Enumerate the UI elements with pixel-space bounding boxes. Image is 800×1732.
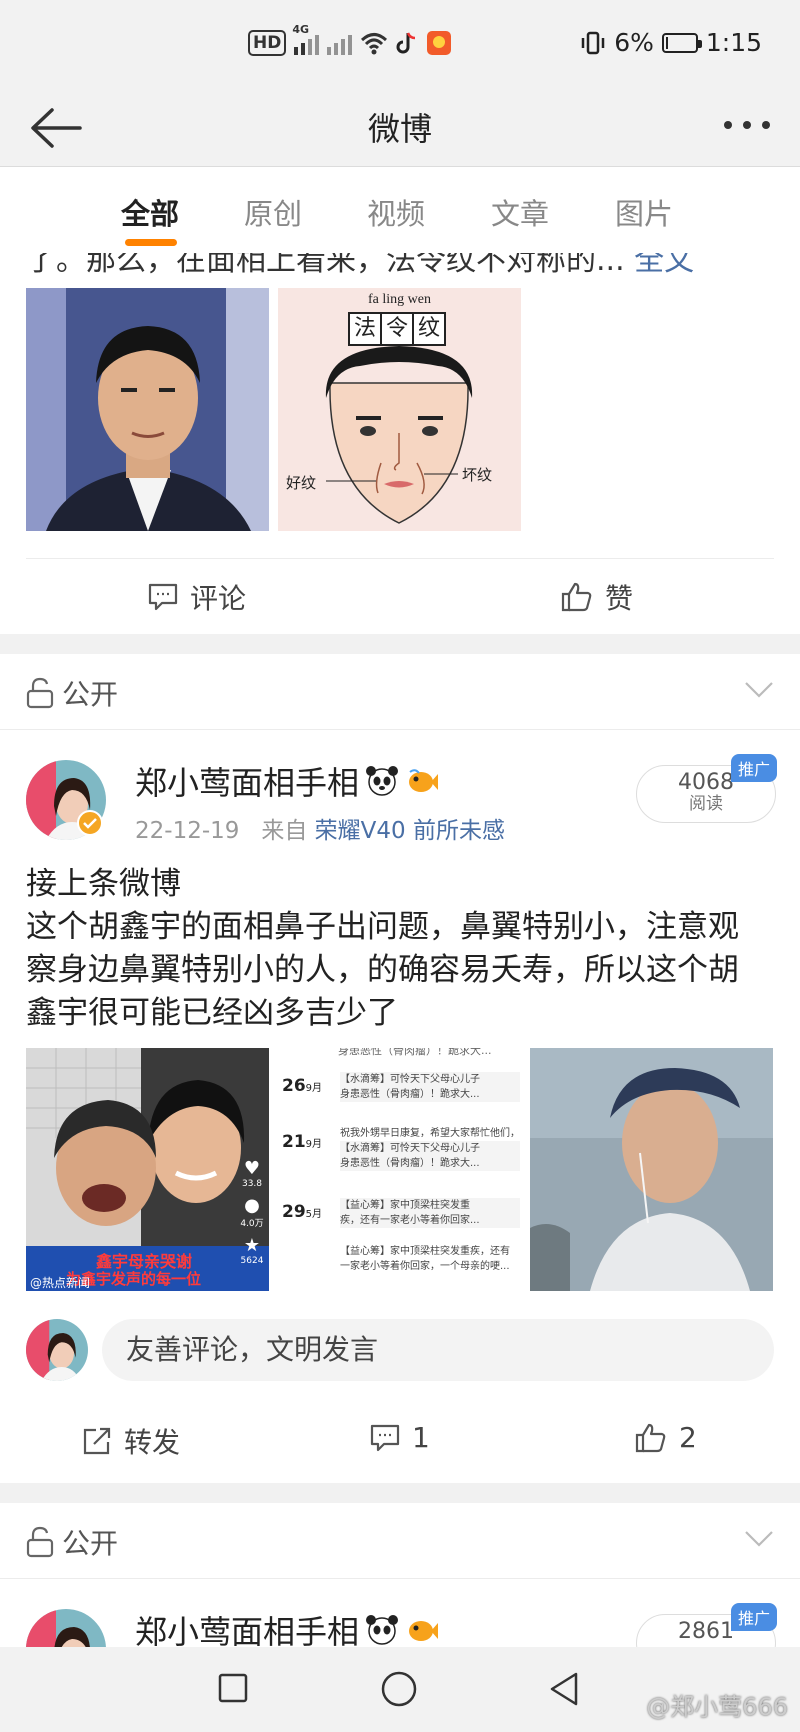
cellular-signal-2-icon <box>327 31 353 55</box>
app-bar: 微博 <box>0 88 800 167</box>
watermark: @郑小莺666 <box>646 1693 788 1721</box>
tab-article[interactable]: 文章 <box>491 191 549 233</box>
wifi-icon <box>361 33 388 55</box>
divider <box>0 1578 800 1579</box>
battery-icon <box>661 32 702 53</box>
post-image-video-screenshot[interactable]: 鑫宇母亲哭谢 为鑫宇发声的每一位 @热点新闻 ♥ 33.8 ● 4.0万 ★ 5624 <box>26 1048 269 1291</box>
comment-icon <box>148 583 178 611</box>
avatar[interactable] <box>26 1609 106 1647</box>
comment-icon <box>370 1424 400 1451</box>
repost-icon <box>83 1427 111 1455</box>
thumbs-up-icon <box>635 1423 666 1452</box>
video-side-counts: ♥ 33.8 ● 4.0万 ★ 5624 <box>240 1158 264 1266</box>
my-avatar[interactable] <box>26 1319 88 1381</box>
comment-input[interactable]: 友善评论，文明发言 <box>102 1319 774 1381</box>
post1-actions: 评论 赞 <box>26 558 774 629</box>
hd-badge: HD <box>248 30 287 56</box>
page-title: 微博 <box>367 110 432 148</box>
post2-actions: 转发 1 2 <box>0 1393 800 1483</box>
like-button[interactable]: 赞 <box>561 577 633 617</box>
promote-badge[interactable]: 推广 <box>730 1603 777 1631</box>
tab-picture[interactable]: 图片 <box>615 191 673 233</box>
app-notification-icon <box>427 31 452 55</box>
clock: 1:15 <box>705 28 762 57</box>
fundraiser-item: 295月 【益心筹】家中顶梁柱突发重 疾，还有一家老小等着你回家... <box>282 1198 520 1228</box>
promote-badge[interactable]: 推广 <box>730 754 777 782</box>
repost-button[interactable]: 转发 <box>82 1421 180 1461</box>
diagram-right-label: 坏纹 <box>462 466 493 484</box>
post-body[interactable]: 接上条微博 这个胡鑫宇的面相鼻子出问题，鼻翼特别小，注意观 察身边鼻翼特别小的人… <box>26 863 778 1035</box>
recents-icon[interactable] <box>218 1673 248 1703</box>
battery-percent: 6% <box>614 28 654 57</box>
full-text-link[interactable]: 全文 <box>634 253 694 278</box>
reads-counter[interactable]: 2861 推广 <box>636 1603 777 1647</box>
face-illustration <box>325 346 473 524</box>
verified-badge-icon <box>77 810 103 836</box>
post-meta: 22-12-19 来自 荣耀V40 前所未感 <box>135 811 505 845</box>
filter-tabs: 全部 原创 视频 文章 图片 <box>0 167 800 253</box>
username[interactable]: 郑小莺面相手相 <box>135 758 439 804</box>
visibility-public: 公开 <box>26 673 118 713</box>
post-image-fundraiser-list[interactable]: 身患恶性（骨肉瘤）！跪求大... 269月 【水滴筹】可怜天下父母心儿子 身患恶性… <box>278 1048 521 1291</box>
fundraiser-item: 219月 祝我外甥早日康复，希望大家帮忙他们， 【水滴筹】可怜天下父母心儿子 身患恶… <box>282 1128 520 1171</box>
fundraiser-item: 269月 【水滴筹】可怜天下父母心儿子 身患恶性（骨肉瘤）！跪求大... <box>282 1072 520 1102</box>
unlock-icon <box>26 677 54 709</box>
post-text-truncated: 了。那么，在面相上看来，法令纹不对称的... 全文 <box>26 253 694 279</box>
thumbs-up-icon <box>561 582 592 612</box>
tab-video[interactable]: 视频 <box>367 191 425 233</box>
back-triangle-icon[interactable] <box>548 1671 580 1707</box>
section-gap <box>0 1483 800 1503</box>
active-tab-indicator <box>125 239 177 246</box>
chevron-down-icon[interactable] <box>744 1530 774 1548</box>
post-image-portrait[interactable] <box>26 288 269 531</box>
like-count-button[interactable]: 2 <box>635 1421 697 1454</box>
tiktok-icon <box>396 32 416 54</box>
more-options-icon[interactable] <box>724 121 770 129</box>
tab-original[interactable]: 原创 <box>244 191 302 233</box>
cellular-signal-icon: 4G <box>292 23 320 55</box>
reads-counter[interactable]: 4068 阅读 推广 <box>636 754 777 823</box>
comment-button[interactable]: 评论 <box>148 577 246 617</box>
feed[interactable]: 了。那么，在面相上看来，法令纹不对称的... 全文 fa ling wen 法 … <box>0 253 800 1647</box>
username[interactable]: 郑小莺面相手相 <box>135 1607 439 1647</box>
unlock-icon <box>26 1526 54 1558</box>
diagram-left-label: 好纹 <box>286 474 317 492</box>
visibility-public: 公开 <box>26 1522 118 1562</box>
post-image-diagram[interactable]: fa ling wen 法 令 纹 好纹 坏纹 <box>278 288 521 531</box>
reads-label: 阅读 <box>689 794 723 814</box>
portrait-photo <box>26 288 269 531</box>
post-date: 22-12-19 <box>135 818 240 844</box>
post-source[interactable]: 荣耀V40 前所未感 <box>315 818 505 844</box>
fish-icon <box>409 769 439 792</box>
home-icon[interactable] <box>381 1671 417 1707</box>
panda-icon <box>366 766 399 796</box>
post-image-boy-photo[interactable] <box>530 1048 773 1291</box>
vibrate-icon <box>581 31 605 54</box>
status-icons: HD 4G <box>248 23 452 60</box>
from-label: 来自 <box>261 818 308 844</box>
status-bar: HD 4G 6% 1:15 <box>0 0 800 88</box>
status-right: 6% 1:15 <box>580 28 762 57</box>
tab-all[interactable]: 全部 <box>121 191 179 233</box>
system-nav-bar: @郑小莺666 <box>0 1647 800 1732</box>
fish-icon <box>409 1621 439 1641</box>
comment-count-button[interactable]: 1 <box>370 1421 430 1454</box>
video-tag: @热点新闻 <box>30 1276 91 1290</box>
panda-icon <box>366 1615 399 1645</box>
section-gap <box>0 634 800 654</box>
chevron-down-icon[interactable] <box>744 681 774 699</box>
divider <box>0 729 800 730</box>
